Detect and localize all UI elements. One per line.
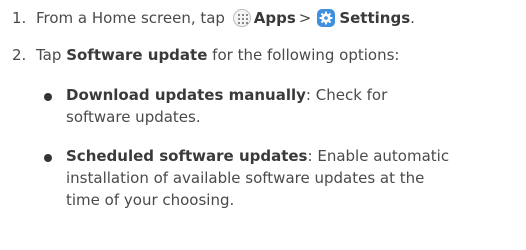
apps-grid-icon — [232, 9, 251, 27]
step-2-number: 2. — [12, 46, 27, 64]
settings-label: Settings — [339, 9, 411, 27]
step-1-text: From a Home screen, tap Apps > Settings. — [36, 8, 415, 28]
step-2-lead: Tap — [36, 46, 62, 64]
step-1-end: . — [410, 9, 415, 27]
bullet-1-line-2: software updates. — [66, 108, 201, 126]
bullet-2-colon: : — [307, 147, 313, 165]
bullet-1-dot — [44, 93, 52, 101]
bullet-2-title: Scheduled software updates — [66, 147, 308, 165]
gear-icon — [317, 9, 336, 27]
bullet-2-line-3: time of your choosing. — [66, 191, 235, 209]
bullet-1-desc-1: Check for — [315, 86, 388, 104]
apps-label: Apps — [253, 9, 296, 27]
bullet-1-line-1: Download updates manually: Check for — [66, 85, 387, 105]
step-1-lead: From a Home screen, tap — [36, 9, 225, 27]
bullet-2-dot — [44, 154, 52, 162]
path-separator: > — [298, 9, 312, 27]
bullet-2-line-2: installation of available software updat… — [66, 169, 425, 187]
bullet-1-colon: : — [305, 86, 311, 104]
bullet-1-title: Download updates manually — [66, 86, 306, 104]
bullet-2-line-1: Scheduled software updates: Enable autom… — [66, 146, 449, 166]
bullet-2-desc-1: Enable automatic — [317, 147, 450, 165]
step-2-text: Tap Software update for the following op… — [36, 45, 399, 65]
step-1-number: 1. — [12, 9, 27, 27]
step-2-tail: for the following options: — [212, 46, 400, 64]
instructions-page: 1. From a Home screen, tap Apps > Settin… — [0, 0, 526, 250]
software-update-label: Software update — [66, 46, 208, 64]
